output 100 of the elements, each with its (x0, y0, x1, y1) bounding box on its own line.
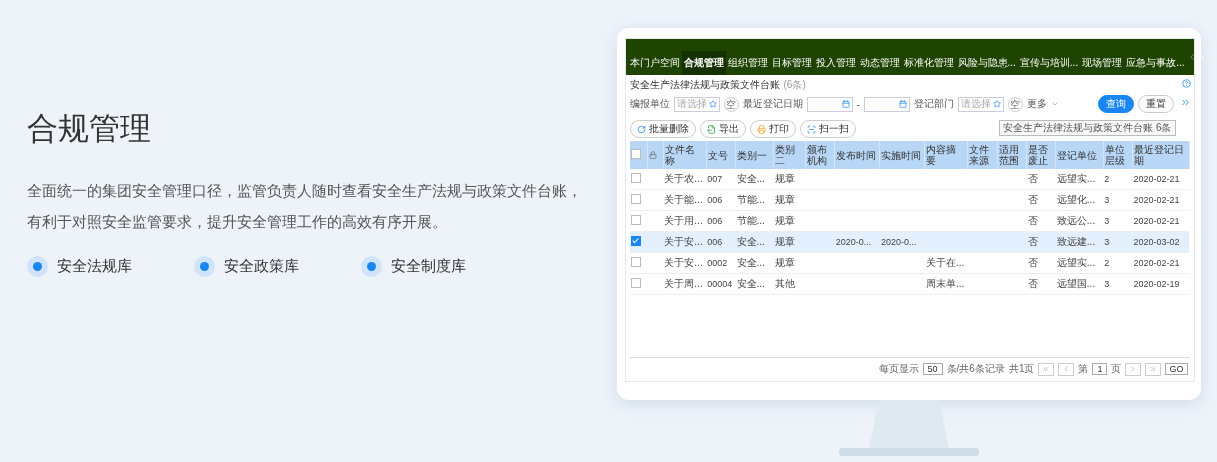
first-page-button[interactable] (1038, 362, 1055, 376)
row-checkbox[interactable] (630, 236, 641, 246)
nav-tab[interactable]: 标准化管理 (901, 51, 956, 75)
column-header: 发布时间 (834, 141, 880, 169)
range-separator: - (856, 98, 860, 110)
last-page-button[interactable] (1145, 362, 1162, 376)
row-checkbox[interactable] (630, 278, 641, 288)
column-header: 适用范围 (997, 141, 1027, 169)
table-cell: 远望实... (1056, 257, 1096, 268)
nav-tab[interactable]: 组织管理 (725, 51, 770, 75)
table-cell: 规章 (774, 215, 795, 226)
nav-tab[interactable]: 应急与事故... (1124, 51, 1187, 75)
table-cell: 关于能... (664, 194, 703, 205)
section-title: 合规管理 (27, 110, 152, 148)
calendar-icon (898, 100, 907, 108)
column-header: 内容摘要 (925, 141, 968, 169)
table-cell: 关于用... (664, 215, 703, 226)
date-field[interactable] (806, 96, 853, 112)
total-records: 条/共6条记录 (946, 362, 1005, 376)
table-cell: 2020-02-21 (1133, 216, 1180, 226)
table-cell: 2020-02-19 (1133, 279, 1180, 289)
row-checkbox[interactable] (630, 215, 641, 225)
toolbar-button[interactable]: 打印 (749, 120, 796, 138)
table-cell: 规章 (774, 194, 795, 205)
column-header: 登记单位 (1055, 141, 1104, 169)
first-page-icon (1042, 365, 1051, 373)
more-link[interactable]: 更多 (1026, 97, 1047, 111)
table-cell: 关于安... (664, 257, 703, 268)
page-suffix: 页 (1111, 362, 1122, 376)
table-cell: 2 (1104, 258, 1110, 268)
row-checkbox[interactable] (630, 173, 641, 183)
clear-button[interactable]: 空 (1007, 96, 1023, 112)
table-cell: 2020-03-02 (1133, 237, 1180, 247)
table-cell: 006 (707, 237, 723, 247)
column-header: 颁布机构 (805, 141, 835, 169)
select-all-checkbox[interactable] (630, 149, 641, 159)
column-header: 是否废止 (1026, 141, 1056, 169)
nav-tab[interactable]: 目标管理 (769, 51, 814, 75)
record-count: (6条) (783, 78, 806, 92)
table-row[interactable]: 关于安... 0002 安全... 规章 关于在... 否 远望实... 2 2020-02-21 (629, 252, 1189, 274)
table-cell: 关于在... (926, 257, 965, 268)
export-icon (706, 124, 716, 134)
feature-label: 安全法规库 (57, 257, 132, 276)
table-cell: 00004 (707, 279, 733, 289)
table-row[interactable]: 关于能... 006 节能... 规章 否 远望化... 3 2020-02-21 (629, 189, 1189, 211)
row-checkbox[interactable] (630, 257, 641, 267)
nav-tab[interactable]: 合规管理 (681, 51, 726, 75)
feature-label: 安全制度库 (391, 257, 466, 276)
nav-tab[interactable]: 本门户空间 (627, 51, 682, 75)
nav-tab[interactable]: 宣传与培训... (1017, 51, 1081, 75)
next-page-button[interactable] (1125, 362, 1142, 376)
row-checkbox[interactable] (630, 194, 641, 204)
toolbar-button[interactable]: 批量删除 (629, 120, 696, 138)
column-header: 文件来源 (967, 141, 998, 169)
lock-icon (649, 150, 658, 159)
previous-page-button[interactable] (1058, 362, 1075, 376)
nav-tab[interactable]: 动态管理 (857, 51, 902, 75)
table-cell: 安全... (736, 257, 765, 268)
table-cell: 3 (1104, 237, 1110, 247)
total-pages: 共1页 (1008, 362, 1035, 376)
table-row[interactable]: 关于农... 007 安全... 规章 否 远望实... 2 2020-02-21 (629, 169, 1189, 190)
table-cell: 关于周... (664, 278, 703, 289)
toolbar-button[interactable]: 扫一扫 (799, 120, 856, 138)
reset-button[interactable]: 重置 (1137, 95, 1174, 113)
nav-tab[interactable]: 风险与隐患... (955, 51, 1018, 75)
date-field[interactable] (863, 96, 910, 112)
table-cell: 否 (1027, 215, 1038, 226)
search-button[interactable]: 查询 (1097, 95, 1134, 113)
table-cell: 致远建... (1056, 236, 1096, 247)
column-header: 最近登记日期 (1132, 141, 1189, 169)
table-cell: 006 (707, 195, 723, 205)
table-cell: 否 (1027, 278, 1038, 289)
go-button[interactable]: GO (1165, 363, 1188, 375)
toolbar-button[interactable]: 导出 (699, 120, 746, 138)
column-header: 类别二 (773, 141, 806, 169)
table-cell: 致远公... (1056, 215, 1096, 226)
table-row[interactable]: 关于安... 006 安全... 规章 2020-0... 2020-0... 否 致远建... 3 2020-03-02 (629, 231, 1189, 253)
dot-icon (361, 256, 382, 277)
table-row[interactable]: 关于用... 006 节能... 规章 否 致远公... 3 2020-02-21 (629, 210, 1189, 232)
help-icon[interactable] (1181, 79, 1191, 88)
table-cell: 否 (1027, 173, 1038, 184)
table-cell: 007 (707, 174, 723, 184)
table-row[interactable]: 关于周... 00004 安全... 其他 周末单... 否 远望国... 3 2020-02-19 (629, 273, 1189, 295)
clear-button[interactable]: 空 (723, 96, 739, 112)
nav-tab[interactable]: 投入管理 (813, 51, 858, 75)
table-cell: 2020-02-21 (1133, 195, 1180, 205)
page-field[interactable]: 1 (1092, 363, 1108, 375)
table-cell: 2020-02-21 (1133, 174, 1180, 184)
expand-icon[interactable] (1179, 97, 1191, 108)
table-cell: 3 (1104, 195, 1110, 205)
table-cell: 006 (707, 216, 723, 226)
nav-tab[interactable]: 现场管理 (1080, 51, 1125, 75)
dot-icon (194, 256, 215, 277)
table-cell: 否 (1027, 257, 1038, 268)
caret-icon (1050, 100, 1059, 108)
table-cell: 安全... (736, 173, 765, 184)
table-cell: 关于农... (664, 173, 703, 184)
filter-label: 编报单位 (629, 97, 670, 111)
description-text: 全面统一的集团安全管理口径，监管负责人随时查看安全生产法规与政策文件台账， (27, 182, 583, 201)
per-page-field[interactable]: 50 (922, 363, 943, 375)
